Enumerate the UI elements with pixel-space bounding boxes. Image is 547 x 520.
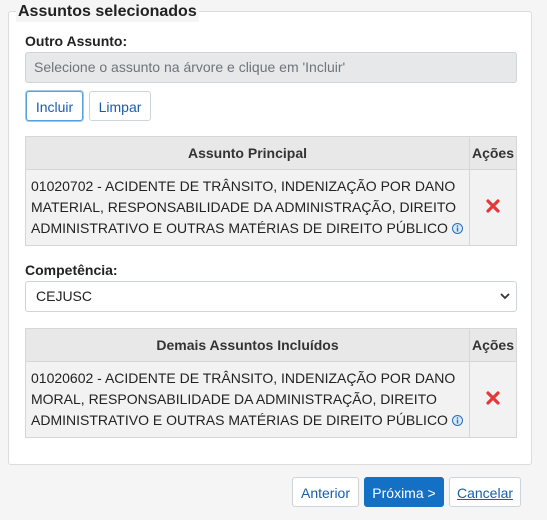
main-subject-actions-header: Ações [469, 136, 517, 170]
other-subjects-actions-header: Ações [469, 328, 517, 362]
chevron-down-icon [500, 293, 510, 300]
competencia-label: Competência: [25, 262, 118, 278]
limpar-button[interactable]: Limpar [89, 91, 151, 121]
competencia-select[interactable]: CEJUSC [25, 281, 517, 312]
main-subject-action-cell [469, 169, 517, 246]
other-subject-description: 01020602 - ACIDENTE DE TRÂNSITO, INDENIZ… [25, 361, 470, 438]
main-subject-description: 01020702 - ACIDENTE DE TRÂNSITO, INDENIZ… [25, 169, 470, 246]
fieldset-legend: Assuntos selecionados [16, 2, 199, 22]
table-row: 01020702 - ACIDENTE DE TRÂNSITO, INDENIZ… [25, 169, 517, 246]
competencia-selected-value: CEJUSC [36, 288, 93, 304]
outro-assunto-label: Outro Assunto: [25, 33, 128, 49]
info-icon[interactable] [451, 223, 463, 234]
delete-other-subject-icon[interactable] [485, 390, 501, 406]
proxima-button[interactable]: Próxima > [364, 477, 444, 507]
info-icon[interactable] [451, 415, 463, 426]
anterior-button[interactable]: Anterior [292, 477, 359, 507]
delete-main-subject-icon[interactable] [485, 198, 501, 214]
main-subject-table: Assunto Principal Ações 01020702 - ACIDE… [25, 136, 517, 246]
main-subject-header: Assunto Principal [25, 136, 470, 170]
incluir-button[interactable]: Incluir [26, 91, 83, 121]
other-subjects-table: Demais Assuntos Incluídos Ações 01020602… [25, 328, 517, 438]
outro-assunto-input[interactable]: Selecione o assunto na árvore e clique e… [25, 52, 517, 83]
other-subject-action-cell [469, 361, 517, 438]
table-row: 01020602 - ACIDENTE DE TRÂNSITO, INDENIZ… [25, 361, 517, 438]
other-subjects-header: Demais Assuntos Incluídos [25, 328, 470, 362]
cancelar-button[interactable]: Cancelar [449, 477, 521, 507]
